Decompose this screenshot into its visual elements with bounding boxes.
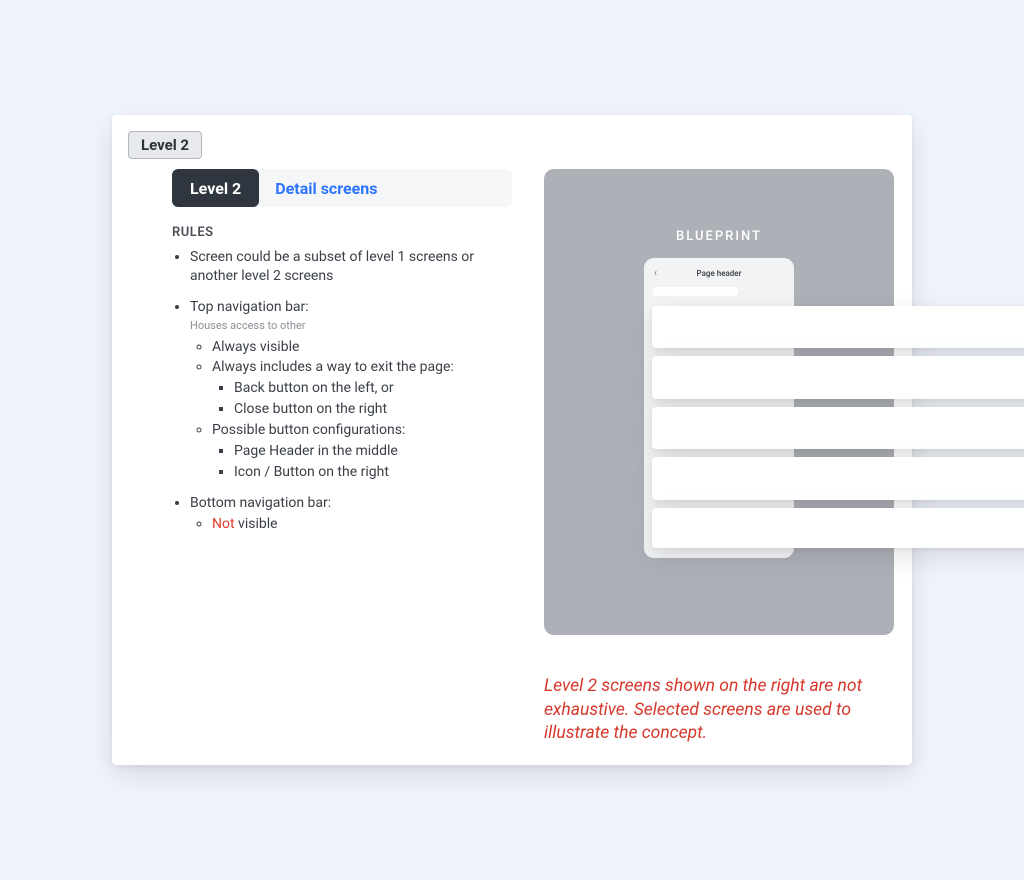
rule-item-2-subnote: Houses access to other [190, 319, 512, 334]
phone-card-block [652, 457, 1024, 500]
blueprint-title: BLUEPRINT [676, 229, 762, 244]
rule-item-2b-title: Always includes a way to exit the page: [212, 359, 454, 375]
rule-item-2b-ii: Close button on the right [234, 400, 512, 419]
rule-item-3a-visible: visible [235, 516, 278, 532]
rule-item-2a-text: Always visible [212, 339, 299, 355]
document-card: Level 2 Level 2 Detail screens RULES Scr… [112, 115, 912, 765]
phone-header: ‹ Page header [652, 266, 786, 281]
rule-item-2b-i: Back button on the left, or [234, 379, 512, 398]
phone-search-block [652, 287, 738, 296]
footnote: Level 2 screens shown on the right are n… [544, 675, 894, 746]
phone-header-title: Page header [697, 269, 742, 278]
rule-item-1-text: Screen could be a subset of level 1 scre… [190, 249, 474, 284]
rules-heading: RULES [172, 225, 512, 240]
tab-level-2[interactable]: Level 2 [172, 169, 259, 207]
chevron-left-icon: ‹ [654, 269, 657, 279]
tab-bar: Level 2 Detail screens [172, 169, 512, 207]
rule-item-1: Screen could be a subset of level 1 scre… [190, 248, 512, 286]
phone-card-block [652, 306, 1024, 349]
rules-list: Screen could be a subset of level 1 scre… [172, 248, 512, 534]
blueprint-panel: BLUEPRINT ‹ Page header [544, 169, 894, 635]
rule-item-3a: Not visible [212, 515, 512, 534]
rule-item-2c: Possible button configurations: Page Hea… [212, 421, 512, 482]
left-column: Level 2 Detail screens RULES Screen coul… [136, 169, 512, 546]
right-column: BLUEPRINT ‹ Page header Lev [544, 169, 894, 746]
rule-item-2c-title: Possible button configurations: [212, 422, 405, 438]
rule-item-2c-i-text: Page Header in the middle [234, 443, 398, 459]
stage: Level 2 Level 2 Detail screens RULES Scr… [0, 0, 1024, 880]
rule-item-3a-not: Not [212, 516, 235, 532]
rule-item-2b-i-text: Back button on the left, or [234, 380, 394, 396]
tab-detail-screens[interactable]: Detail screens [259, 169, 512, 207]
rule-item-2c-i: Page Header in the middle [234, 442, 512, 461]
rule-item-2-title: Top navigation bar: [190, 299, 309, 315]
rule-item-2b: Always includes a way to exit the page: … [212, 358, 512, 419]
rule-item-2a: Always visible [212, 338, 512, 357]
phone-card-block [652, 356, 1024, 399]
rule-item-2b-ii-text: Close button on the right [234, 401, 387, 417]
phone-mock: ‹ Page header [644, 258, 794, 558]
rule-item-2c-ii: Icon / Button on the right [234, 463, 512, 482]
body-row: Level 2 Detail screens RULES Screen coul… [136, 169, 888, 746]
level-badge: Level 2 [128, 131, 202, 159]
rule-item-2: Top navigation bar: Houses access to oth… [190, 298, 512, 482]
phone-card-block [652, 508, 1024, 548]
phone-card-block [652, 407, 1024, 450]
rule-item-3-title: Bottom navigation bar: [190, 495, 331, 511]
rule-item-2c-ii-text: Icon / Button on the right [234, 464, 389, 480]
rule-item-3: Bottom navigation bar: Not visible [190, 494, 512, 534]
